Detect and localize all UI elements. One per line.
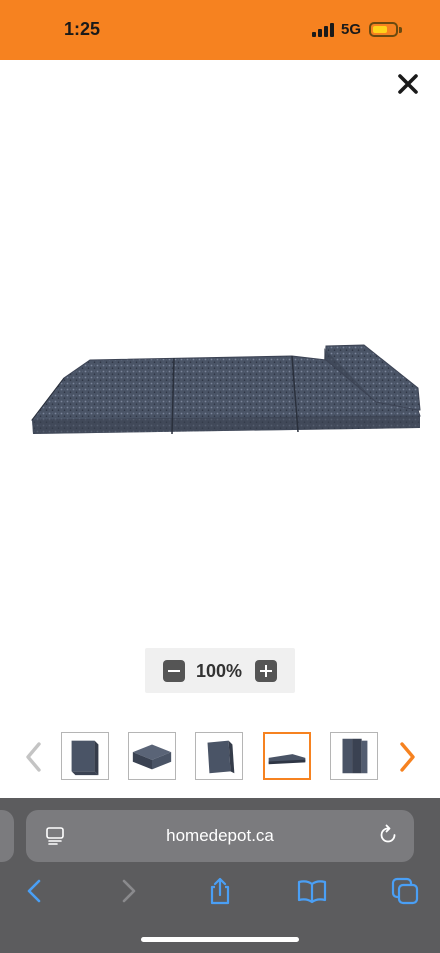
share-icon [210, 877, 230, 905]
status-bar: 1:25 5G [0, 0, 440, 60]
share-button[interactable] [205, 876, 235, 906]
previous-tab-peek[interactable] [0, 810, 14, 862]
status-time: 1:25 [64, 19, 101, 39]
tabs-button[interactable] [390, 876, 420, 906]
tabs-icon [391, 877, 419, 905]
cellular-signal-icon [312, 23, 334, 37]
thumbnail-3[interactable] [195, 732, 243, 780]
back-icon [27, 879, 41, 903]
bookmarks-button[interactable] [297, 876, 327, 906]
battery-icon [369, 22, 398, 37]
bookmarks-icon [297, 880, 327, 904]
zoom-in-button[interactable] [255, 660, 277, 682]
network-type: 5G [341, 21, 362, 38]
back-button[interactable] [20, 876, 50, 906]
url-text: homedepot.ca [166, 826, 274, 845]
close-icon [398, 74, 418, 94]
thumbnails-prev-button[interactable] [23, 740, 43, 774]
address-bar[interactable]: homedepot.ca [26, 810, 414, 862]
zoom-level: 100% [195, 661, 243, 681]
reload-icon[interactable] [377, 824, 399, 846]
thumbnail-1[interactable] [61, 732, 109, 780]
chevron-right-icon [400, 742, 415, 772]
product-image[interactable] [24, 340, 424, 440]
thumbnail-2[interactable] [128, 732, 176, 780]
chevron-left-icon [26, 742, 41, 772]
thumbnail-4[interactable] [263, 732, 311, 780]
thumbnail-5[interactable] [330, 732, 378, 780]
thumbnails-next-button[interactable] [398, 740, 418, 774]
close-button[interactable] [396, 72, 420, 96]
zoom-out-button[interactable] [163, 660, 185, 682]
forward-icon [122, 879, 136, 903]
battery-tip [399, 27, 402, 33]
product-image-viewer: 1:25 5G 100% homedepot.ca [0, 0, 440, 953]
forward-button[interactable] [113, 876, 143, 906]
home-indicator[interactable] [141, 937, 299, 942]
zoom-control: 100% [145, 648, 295, 693]
